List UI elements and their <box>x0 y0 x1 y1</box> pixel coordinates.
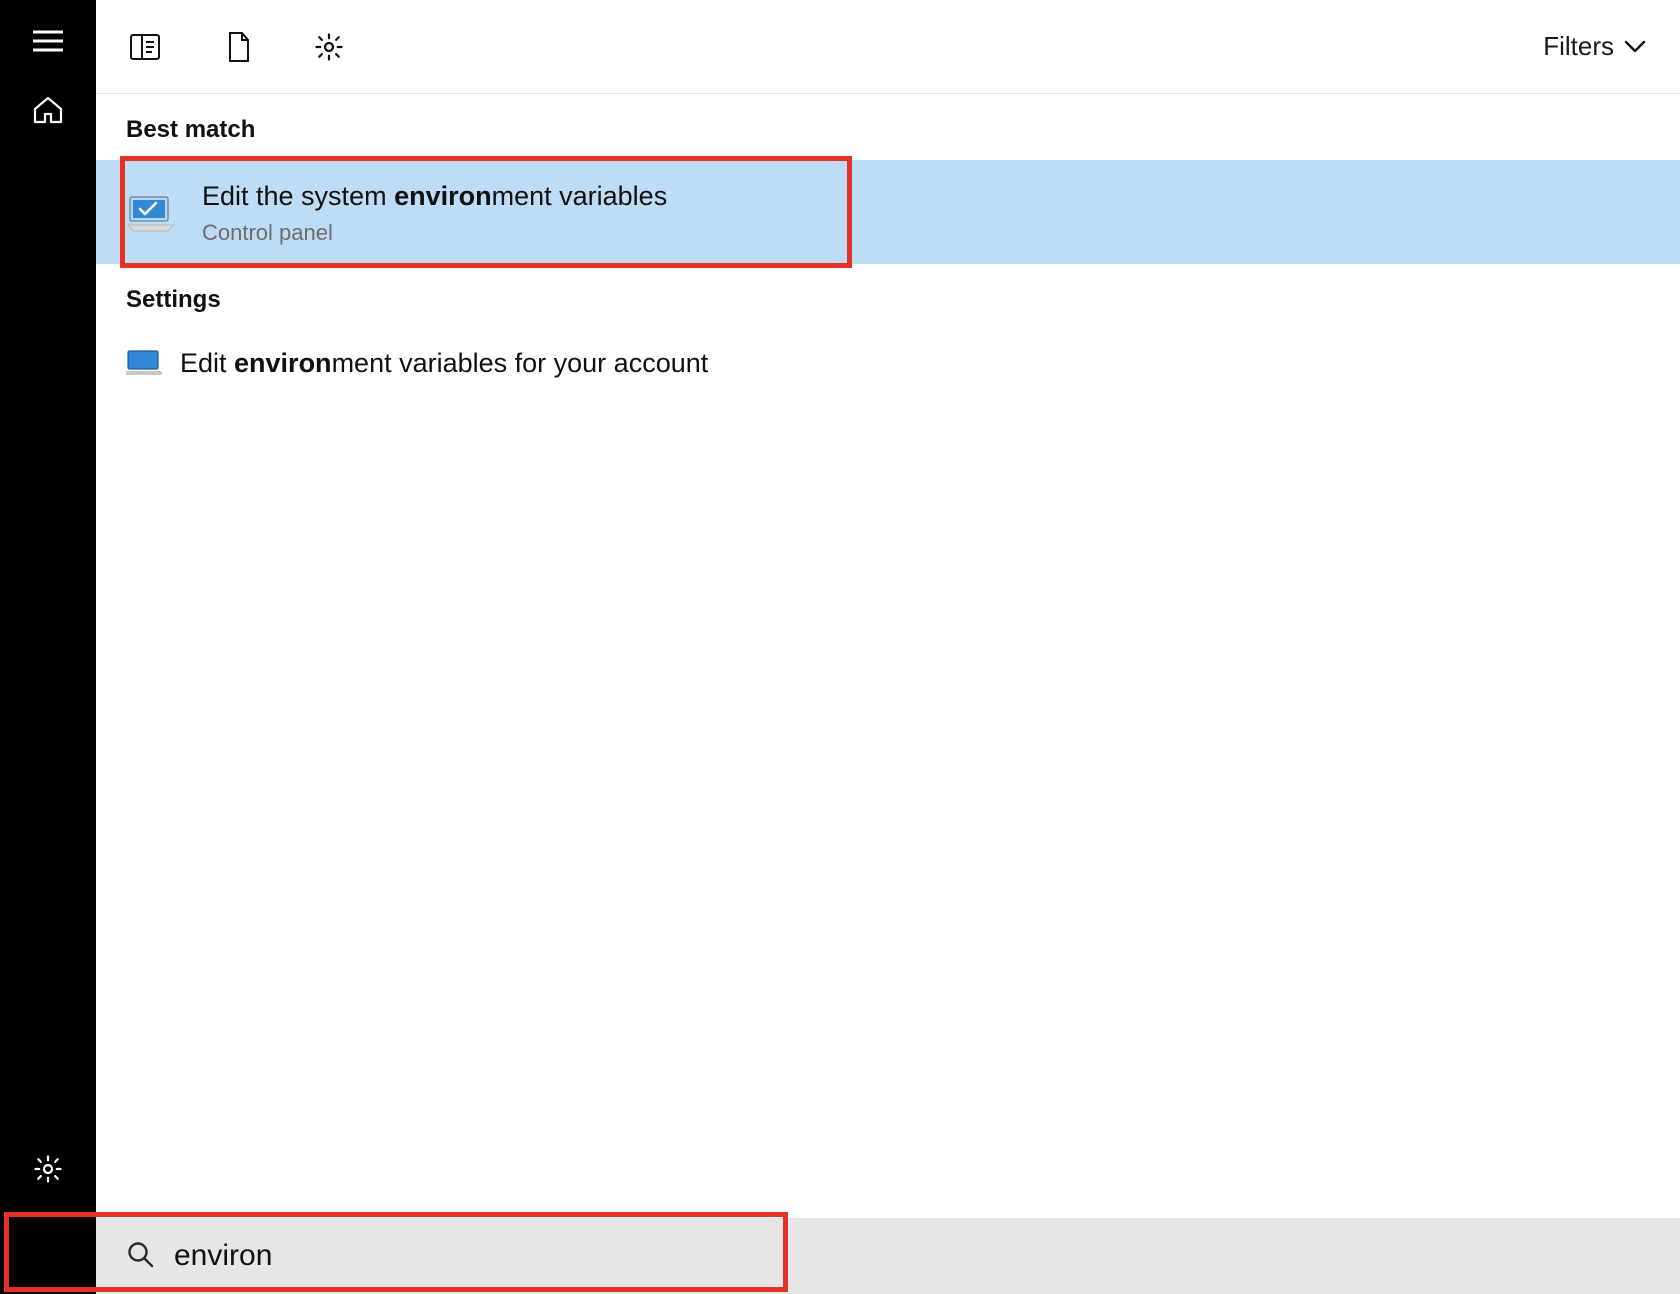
search-icon <box>126 1240 154 1273</box>
best-match-subtitle: Control panel <box>202 220 667 246</box>
documents-filter-icon[interactable] <box>224 32 254 62</box>
best-match-title: Edit the system environment variables <box>202 178 667 216</box>
search-input[interactable] <box>174 1218 1680 1294</box>
search-bar[interactable] <box>96 1218 1680 1294</box>
chevron-down-icon <box>1624 40 1646 54</box>
best-match-result[interactable]: Edit the system environment variables Co… <box>96 160 1680 264</box>
search-filter-bar: Filters <box>96 0 1680 94</box>
settings-result[interactable]: Edit environment variables for your acco… <box>96 330 1680 397</box>
settings-section-header: Settings <box>96 264 1680 330</box>
filters-label: Filters <box>1543 31 1614 62</box>
settings-gear-icon[interactable] <box>33 1154 63 1184</box>
search-results: Best match Edit the system environment v… <box>96 94 1680 1218</box>
best-match-section-header: Best match <box>96 94 1680 160</box>
hamburger-menu-icon[interactable] <box>33 30 63 52</box>
user-env-vars-icon <box>126 348 162 378</box>
home-icon[interactable] <box>33 96 63 124</box>
settings-filter-gear-icon[interactable] <box>314 32 344 62</box>
apps-filter-icon[interactable] <box>130 32 160 62</box>
start-sidebar <box>0 0 96 1294</box>
filters-dropdown-button[interactable]: Filters <box>1543 31 1666 62</box>
settings-result-title: Edit environment variables for your acco… <box>180 348 708 379</box>
control-panel-system-icon <box>126 192 176 232</box>
